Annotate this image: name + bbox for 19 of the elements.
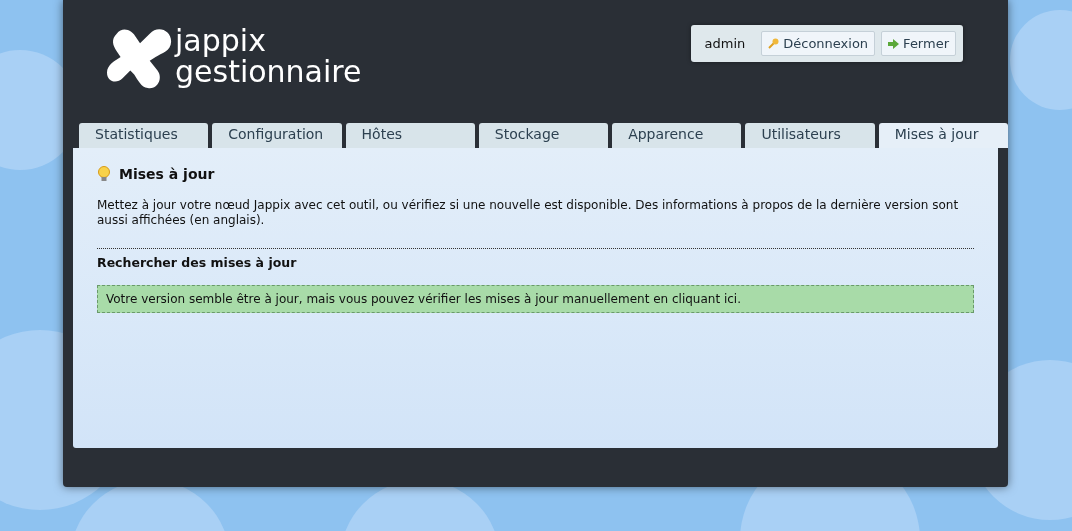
tab[interactable]: Stockage — [478, 123, 609, 148]
lightbulb-icon — [97, 166, 111, 182]
description-text: Mettez à jour votre nœud Jappix avec cet outil, ou vérifiez si une nouvelle est disponible. Des informations à propos de la dernière version sont aussi affichées (en anglais). — [97, 198, 960, 228]
tab[interactable]: Apparence — [612, 123, 742, 148]
tab[interactable]: Hôtes — [345, 123, 475, 148]
tab[interactable]: Statistiques — [79, 123, 209, 148]
username: admin — [704, 36, 746, 51]
logo-subtitle: gestionnaire — [175, 56, 362, 87]
logout-button[interactable]: Déconnexion — [761, 31, 876, 56]
panel-title: Mises à jour — [119, 166, 215, 182]
key-icon — [768, 38, 780, 49]
close-button[interactable]: Fermer — [881, 31, 956, 56]
tab[interactable]: Utilisateurs — [745, 123, 875, 148]
section-title: Rechercher des mises à jour — [97, 248, 974, 270]
logo-title: jappix — [175, 25, 267, 56]
arrow-icon — [888, 38, 900, 49]
status-notice: Votre version semble être à jour, mais vous pouvez vérifier les mises à jour manuellement en cliquant ici. — [97, 285, 974, 313]
tab[interactable]: Configuration — [212, 123, 342, 148]
tab[interactable]: Mises à jour — [878, 123, 1008, 148]
